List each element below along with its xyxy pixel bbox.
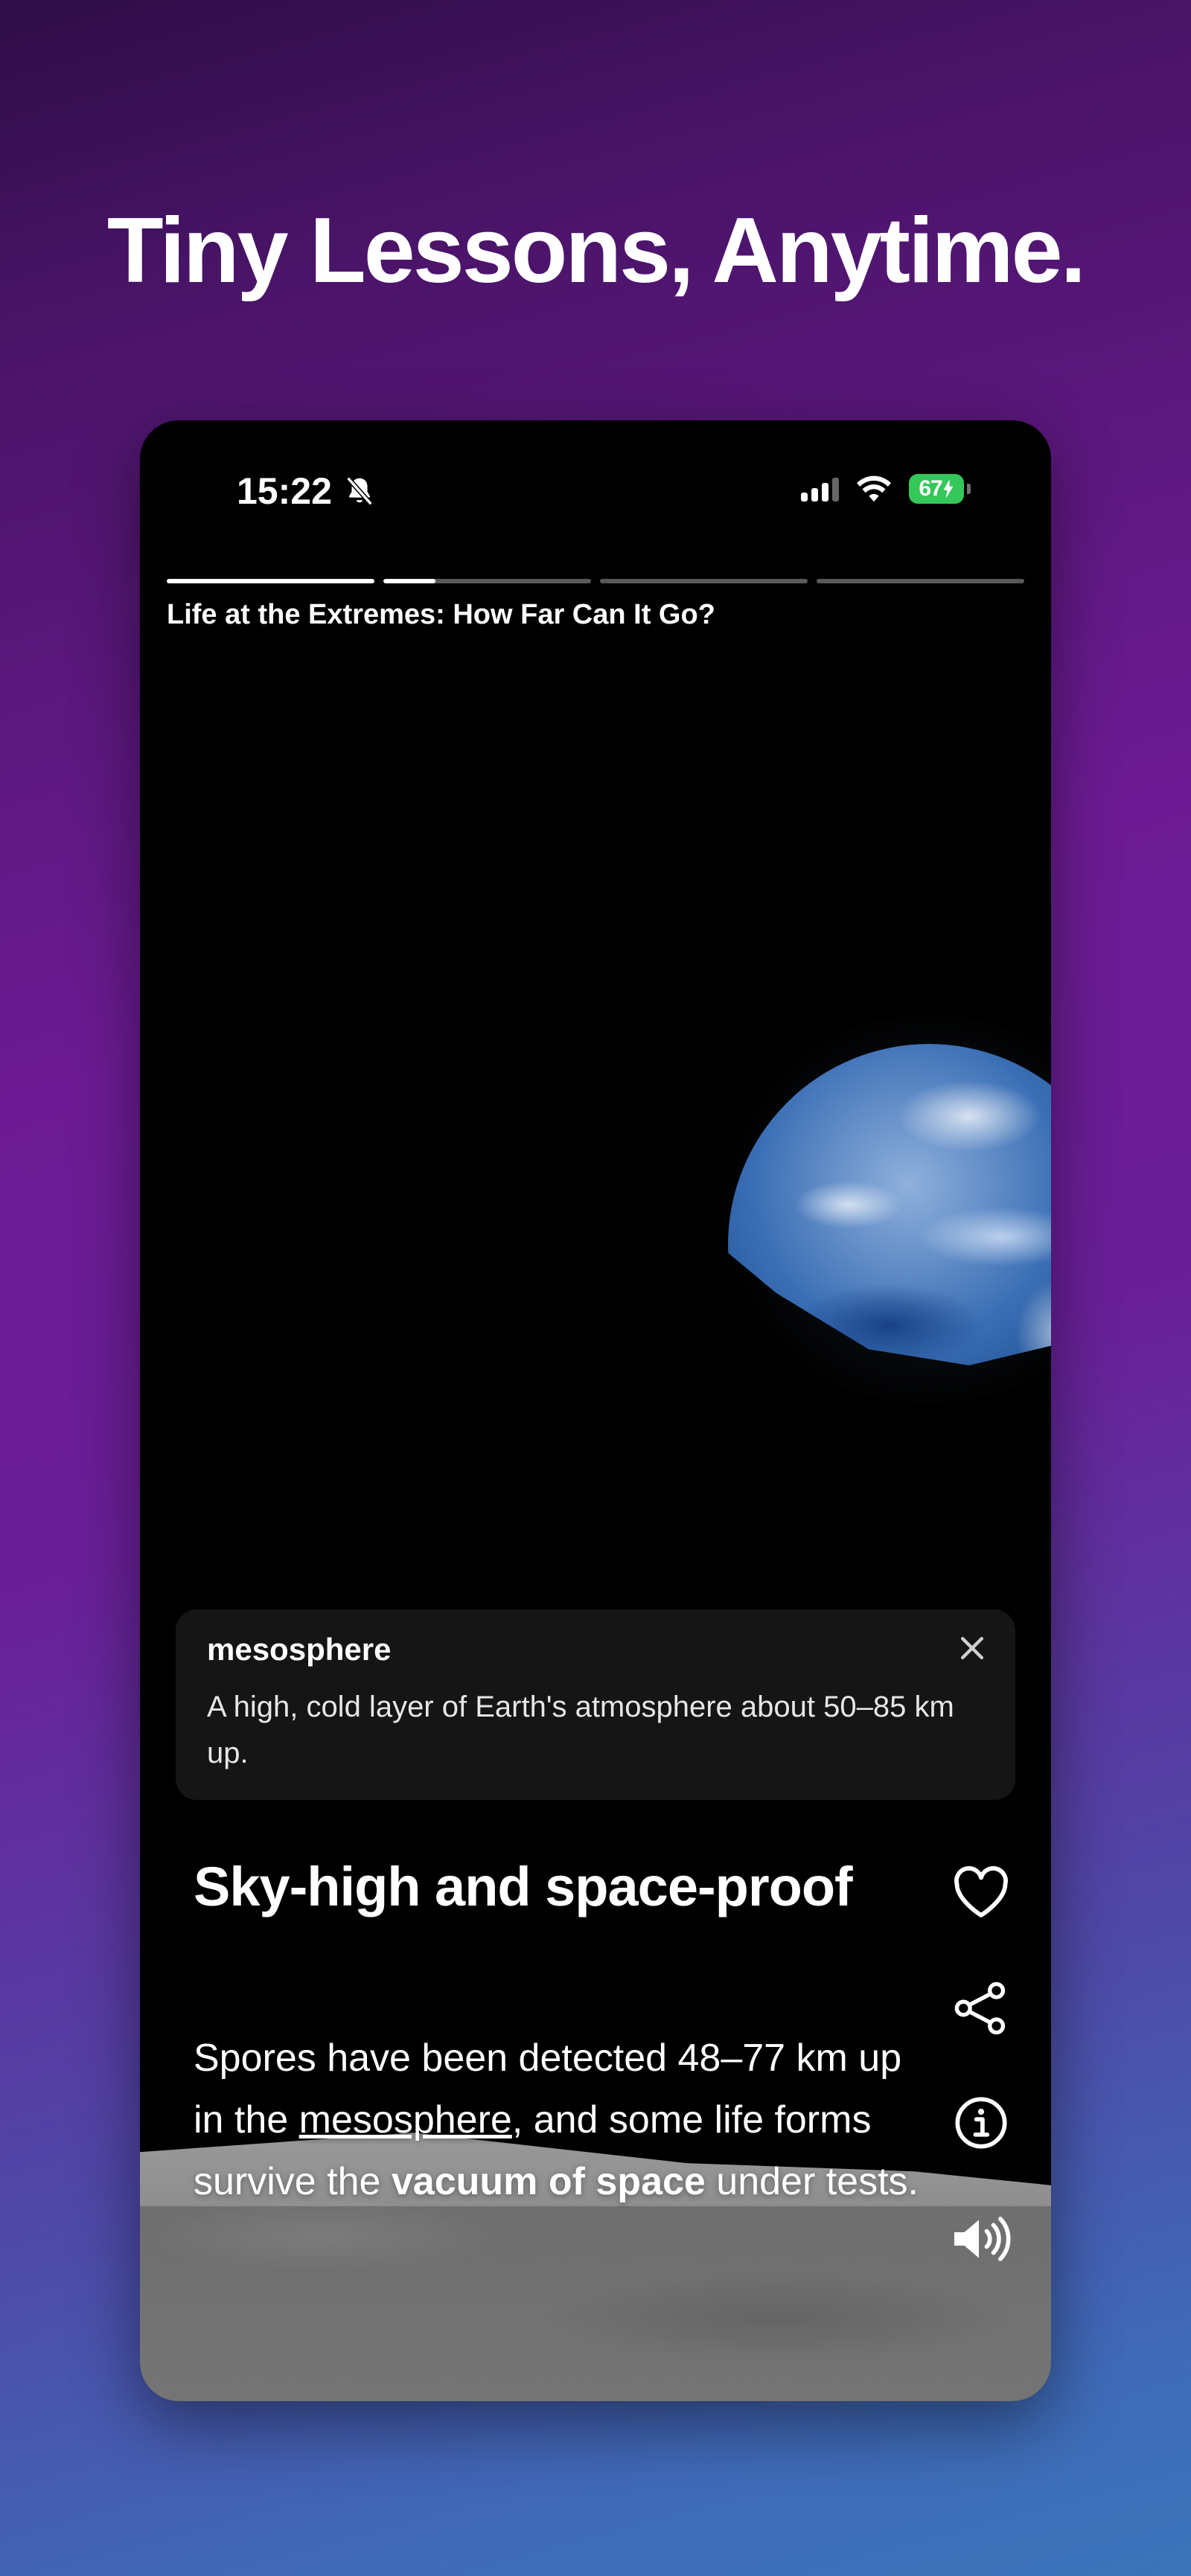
- headline: Tiny Lessons, Anytime.: [106, 199, 1086, 302]
- progress-segment: [167, 579, 374, 583]
- bell-slash-icon: [346, 476, 373, 506]
- info-icon: [955, 2097, 1007, 2149]
- progress-segment: [383, 579, 591, 583]
- cellular-signal-icon: [801, 476, 839, 502]
- wifi-icon: [857, 475, 891, 502]
- battery-cap: [967, 484, 971, 494]
- speaker-icon: [954, 2217, 1011, 2261]
- share-icon: [954, 1981, 1006, 2035]
- definition-popup: mesosphere A high, cold layer of Earth's…: [176, 1609, 1015, 1800]
- definition-text: A high, cold layer of Earth's atmosphere…: [207, 1691, 954, 1769]
- card-title: Sky-high and space-proof: [194, 1856, 853, 1917]
- battery-level: 67: [919, 476, 942, 501]
- info-button[interactable]: [950, 2092, 1012, 2154]
- progress-segment: [817, 579, 1024, 583]
- definition-term: mesosphere: [207, 1632, 392, 1667]
- heart-icon: [954, 1866, 1008, 1917]
- status-time: 15:22: [237, 470, 332, 512]
- card-body-text: under tests.: [705, 2160, 919, 2203]
- progress-segment: [600, 579, 808, 583]
- card-body: Spores have been detected 48–77 km up in…: [194, 2028, 938, 2213]
- story-progress: [167, 579, 1024, 583]
- audio-button[interactable]: [950, 2208, 1012, 2270]
- share-button[interactable]: [950, 1977, 1012, 2040]
- charging-bolt-icon: [943, 479, 954, 499]
- story-title: Life at the Extremes: How Far Can It Go?: [167, 599, 715, 630]
- lunar-surface-shade: [140, 2206, 1051, 2401]
- card-body-emphasis: vacuum of space: [391, 2160, 706, 2203]
- status-indicators: 67: [801, 474, 971, 504]
- phone-screen: 15:22 67 Life at the Extremes: How Far C…: [140, 420, 1051, 2401]
- glossary-link-mesosphere[interactable]: mesosphere: [299, 2098, 512, 2141]
- close-icon[interactable]: [956, 1632, 989, 1665]
- battery-charging-icon: 67: [909, 474, 964, 504]
- like-button[interactable]: [950, 1861, 1012, 1923]
